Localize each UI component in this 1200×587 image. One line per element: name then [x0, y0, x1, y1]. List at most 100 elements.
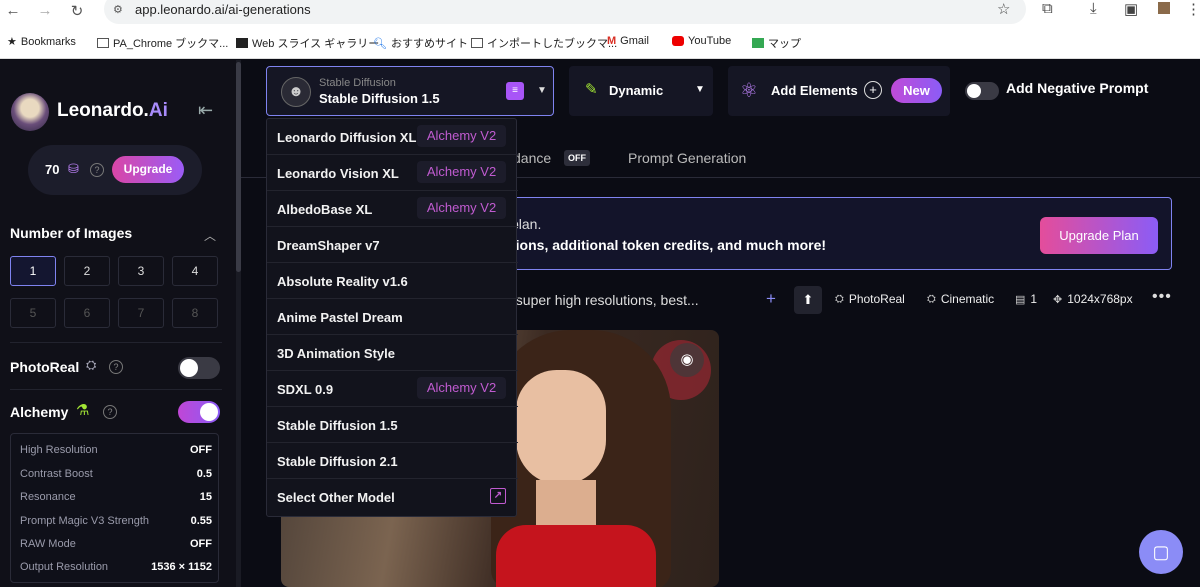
subject-dress [496, 525, 656, 587]
select-other-model[interactable]: Select Other Model ↗ [267, 479, 518, 515]
web-slice-icon [236, 38, 248, 48]
new-badge: New [891, 78, 942, 103]
bookmark-folder[interactable]: PA_Chrome ブックマ... [97, 35, 228, 51]
model-option[interactable]: Absolute Reality v1.6 [267, 263, 518, 299]
model-selector[interactable]: ☻ Stable Diffusion Stable Diffusion 1.5 … [266, 66, 554, 116]
help-icon[interactable]: ? [90, 163, 104, 177]
collapse-sidebar-icon[interactable]: ⇤ [198, 100, 213, 121]
alchemy-setting-row: Prompt Magic V3 Strength 0.55 [20, 515, 212, 527]
bookmark-item[interactable]: Web スライス ギャラリー [236, 35, 379, 51]
forward-icon[interactable]: → [35, 2, 55, 19]
model-option[interactable]: Stable Diffusion 2.1 [267, 443, 518, 479]
upgrade-button[interactable]: Upgrade [112, 156, 184, 183]
add-elements-label: Add Elements [771, 83, 858, 98]
plus-icon[interactable]: + [766, 289, 776, 309]
youtube-icon [672, 36, 684, 46]
bookmarks-bar: ★ Bookmarks PA_Chrome ブックマ... Web スライス ギャ… [0, 26, 1200, 59]
brand-name: Leonardo.Ai [57, 100, 168, 121]
potion-icon: ⚗ [76, 402, 90, 419]
chevron-up-icon[interactable]: ︿ [204, 227, 216, 244]
toggle-knob [967, 84, 981, 98]
alchemy-badge: Alchemy V2 [417, 161, 506, 183]
num-images-1[interactable]: 1 [10, 256, 56, 286]
eye-icon[interactable]: ◉ [670, 343, 704, 377]
cinematic-tag: ⛭ Cinematic [927, 292, 995, 306]
num-images-4[interactable]: 4 [172, 256, 218, 286]
dimensions-tag: ✥ 1024x768px [1053, 292, 1133, 306]
notes-icon[interactable]: ≡ [506, 82, 524, 100]
brush-icon: ✎ [585, 81, 598, 98]
alchemy-toggle[interactable] [178, 401, 220, 423]
url-text: app.leonardo.ai/ai-generations [135, 2, 311, 17]
negative-prompt-toggle[interactable] [965, 82, 999, 100]
bookmark-item[interactable]: YouTube [672, 35, 731, 47]
model-name: Stable Diffusion 1.5 [319, 91, 440, 106]
num-images-2[interactable]: 2 [64, 256, 110, 286]
token-count: 70 [45, 162, 60, 177]
bookmark-item[interactable]: M Gmail [607, 35, 649, 47]
model-avatar-icon: ☻ [281, 77, 311, 107]
photoreal-toggle[interactable] [178, 357, 220, 379]
chat-support-icon[interactable]: ▢ [1139, 530, 1183, 574]
bookmark-item[interactable]: マップ [752, 35, 801, 51]
more-options-icon[interactable]: ••• [1152, 288, 1172, 306]
num-images-3[interactable]: 3 [118, 256, 164, 286]
photoreal-icon: ⛭ [86, 357, 97, 372]
site-info-icon[interactable]: ⚙ [113, 3, 123, 16]
upgrade-plan-button[interactable]: Upgrade Plan [1040, 217, 1158, 254]
negative-prompt-label: Add Negative Prompt [1006, 80, 1149, 96]
sidebar: Leonardo.Ai ⇤ 70 ⛁ ? Upgrade Number of I… [0, 60, 236, 587]
style-selector[interactable]: ✎ Dynamic ▼ [569, 66, 713, 116]
sidepanel-icon[interactable]: ▣ [1124, 0, 1138, 18]
photoreal-tag: ⛭ PhotoReal [835, 292, 905, 306]
download-icon[interactable]: ⤓ [1090, 0, 1097, 17]
external-link-icon: ↗ [490, 488, 506, 504]
bookmark-item[interactable]: 🔍︎ おすすめサイト [373, 35, 468, 51]
star-icon[interactable]: ☆ [997, 0, 1010, 18]
model-option[interactable]: Leonardo Diffusion XL Alchemy V2 [267, 119, 518, 155]
model-option[interactable]: AlbedoBase XL Alchemy V2 [267, 191, 518, 227]
menu-icon[interactable]: ⋮ [1186, 0, 1200, 18]
alchemy-setting-row: Contrast Boost 0.5 [20, 468, 212, 480]
images-icon: ▤ [1015, 293, 1026, 306]
help-icon[interactable]: ? [103, 405, 117, 419]
generation-prompt: , super high resolutions, best... [508, 292, 699, 308]
photoreal-label: PhotoReal [10, 359, 80, 375]
bookmark-folder[interactable]: インポートしたブックマ... [471, 35, 617, 51]
app-root: ← → ↻ ⚙ app.leonardo.ai/ai-generations ☆… [0, 0, 1200, 587]
alchemy-settings-panel: High Resolution OFF Contrast Boost 0.5 Res… [10, 433, 219, 583]
search-icon: 🔍︎ [373, 37, 387, 50]
alchemy-setting-row: Resonance 15 [20, 491, 212, 503]
model-option[interactable]: DreamShaper v7 [267, 227, 518, 263]
caret-down-icon: ▼ [537, 85, 547, 96]
back-icon[interactable]: ← [3, 2, 23, 19]
number-of-images-title: Number of Images [10, 225, 133, 241]
extensions-icon[interactable]: ⧉ [1042, 0, 1053, 17]
token-pill: 70 ⛁ ? Upgrade [28, 145, 202, 195]
alchemy-label: Alchemy [10, 404, 69, 420]
bookmark-item[interactable]: ★ Bookmarks [7, 35, 76, 49]
tab-image-guidance[interactable]: dance [513, 150, 551, 166]
add-elements-button[interactable]: ⚛ Add Elements + New [728, 66, 950, 116]
reload-icon[interactable]: ↻ [67, 2, 87, 20]
move-arrows-icon: ✥ [1053, 293, 1063, 306]
profile-avatar[interactable] [1158, 2, 1170, 14]
num-images-6[interactable]: 6 [64, 298, 110, 328]
model-option[interactable]: Leonardo Vision XL Alchemy V2 [267, 155, 518, 191]
plus-circle-icon: + [864, 81, 882, 99]
num-images-7[interactable]: 7 [118, 298, 164, 328]
model-option[interactable]: Anime Pastel Dream [267, 299, 518, 335]
reuse-prompt-arrow-icon[interactable]: ⬆ [794, 286, 822, 314]
model-option[interactable]: Stable Diffusion 1.5 [267, 407, 518, 443]
model-option[interactable]: 3D Animation Style [267, 335, 518, 371]
help-icon[interactable]: ? [109, 360, 123, 374]
num-images-5[interactable]: 5 [10, 298, 56, 328]
browser-toolbar: ← → ↻ ⚙ app.leonardo.ai/ai-generations ☆… [0, 0, 1200, 26]
tab-prompt-generation[interactable]: Prompt Generation [628, 150, 746, 166]
num-images-8[interactable]: 8 [172, 298, 218, 328]
photoreal-icon: ⛭ [835, 292, 844, 305]
alchemy-setting-row: RAW Mode OFF [20, 538, 212, 550]
model-option[interactable]: SDXL 0.9 Alchemy V2 [267, 371, 518, 407]
star-icon: ★ [7, 36, 17, 48]
folder-icon [471, 38, 483, 48]
